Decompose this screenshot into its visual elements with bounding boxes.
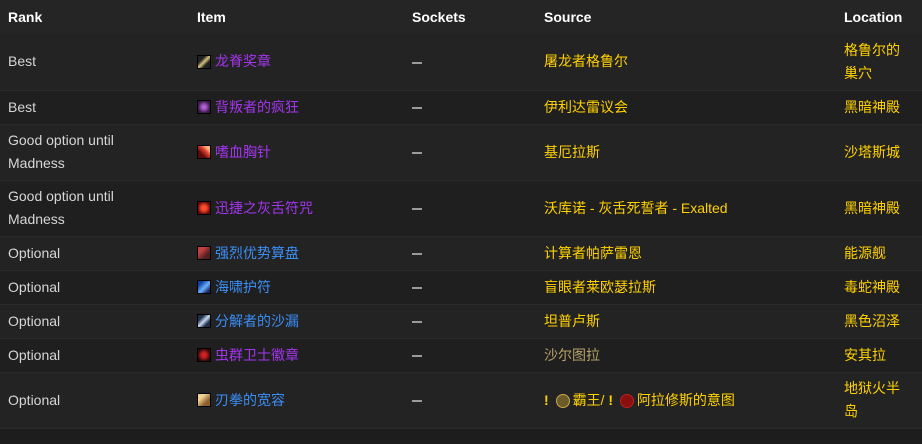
location-link[interactable]: 黑暗神殿	[836, 90, 922, 124]
source-link[interactable]: 坦普卢斯	[536, 304, 836, 338]
table-row: Good option until Madness 嗜血胸针 基厄拉斯 沙塔斯城	[0, 124, 922, 180]
item-link[interactable]: 刃拳的宽容	[215, 389, 285, 412]
red-blade-trinket-icon[interactable]	[197, 145, 211, 159]
item-link[interactable]: 背叛者的疯狂	[215, 96, 299, 119]
alliance-icon	[555, 393, 570, 408]
item-link[interactable]: 分解者的沙漏	[215, 310, 299, 333]
hourglass-icon[interactable]	[197, 314, 211, 328]
abacus-icon[interactable]	[197, 246, 211, 260]
location-link[interactable]: 黑暗神殿	[836, 180, 922, 236]
insect-badge-icon[interactable]	[197, 348, 211, 362]
source-link[interactable]: 屠龙者格鲁尔	[536, 34, 836, 90]
demon-face-trinket-icon[interactable]	[197, 100, 211, 114]
tsunami-icon[interactable]	[197, 280, 211, 294]
bis-table: Rank Item Sockets Source Location Best 龙…	[0, 0, 922, 429]
no-sockets-dash	[412, 61, 422, 64]
table-row: Optional 刃拳的宽容 ! 霸王/ ! 阿拉修斯的意图 地狱火半岛	[0, 372, 922, 428]
location-link[interactable]: 能源舰	[836, 236, 922, 270]
location-link[interactable]: 地狱火半岛	[836, 372, 922, 428]
no-sockets-dash	[412, 106, 422, 109]
location-link[interactable]: 黑色沼泽	[836, 304, 922, 338]
quest-link[interactable]: 阿拉修斯的意图	[637, 392, 735, 408]
table-row: Best 龙脊奖章 屠龙者格鲁尔 格鲁尔的巢穴	[0, 34, 922, 90]
source-link[interactable]: 沃库诺 - 灰舌死誓者 - Exalted	[536, 180, 836, 236]
table-header-row: Rank Item Sockets Source Location	[0, 0, 922, 34]
item-header[interactable]: Item	[189, 0, 404, 34]
table-row: Optional 海啸护符 盲眼者莱欧瑟拉斯 毒蛇神殿	[0, 270, 922, 304]
table-row: Good option until Madness 迅捷之灰舌符咒 沃库诺 - …	[0, 180, 922, 236]
rank-cell: Optional	[0, 304, 189, 338]
item-link[interactable]: 虫群卫士徽章	[215, 344, 299, 367]
item-link[interactable]: 迅捷之灰舌符咒	[215, 197, 313, 220]
quest-exclamation-icon: !	[608, 391, 614, 408]
no-sockets-dash	[412, 151, 422, 154]
no-sockets-dash	[412, 286, 422, 289]
source-link[interactable]: 盲眼者莱欧瑟拉斯	[536, 270, 836, 304]
rank-cell: Best	[0, 34, 189, 90]
fist-icon[interactable]	[197, 393, 211, 407]
source-header[interactable]: Source	[536, 0, 836, 34]
table-row: Optional 强烈优势算盘 计算者帕萨雷恩 能源舰	[0, 236, 922, 270]
location-header[interactable]: Location	[836, 0, 922, 34]
table-row: Best 背叛者的疯狂 伊利达雷议会 黑暗神殿	[0, 90, 922, 124]
dagger-trinket-icon[interactable]	[197, 54, 211, 69]
quest-exclamation-icon: !	[544, 391, 549, 408]
rank-cell: Optional	[0, 236, 189, 270]
location-link[interactable]: 安其拉	[836, 338, 922, 372]
rank-header[interactable]: Rank	[0, 0, 189, 34]
table-row: Optional 虫群卫士徽章 沙尔图拉 安其拉	[0, 338, 922, 372]
rank-cell: Good option until Madness	[0, 124, 189, 180]
rank-cell: Good option until Madness	[0, 180, 189, 236]
no-sockets-dash	[412, 207, 422, 210]
source-link[interactable]: 计算者帕萨雷恩	[536, 236, 836, 270]
rank-cell: Optional	[0, 270, 189, 304]
location-link[interactable]: 沙塔斯城	[836, 124, 922, 180]
item-link[interactable]: 龙脊奖章	[215, 50, 271, 73]
source-link[interactable]: 沙尔图拉	[536, 338, 836, 372]
no-sockets-dash	[412, 399, 422, 402]
table-row: Optional 分解者的沙漏 坦普卢斯 黑色沼泽	[0, 304, 922, 338]
location-link[interactable]: 格鲁尔的巢穴	[836, 34, 922, 90]
rank-cell: Best	[0, 90, 189, 124]
rank-cell: Optional	[0, 372, 189, 428]
quest-source[interactable]: ! 霸王/ ! 阿拉修斯的意图	[536, 372, 836, 428]
source-link[interactable]: 基厄拉斯	[536, 124, 836, 180]
no-sockets-dash	[412, 252, 422, 255]
no-sockets-dash	[412, 354, 422, 357]
no-sockets-dash	[412, 320, 422, 323]
item-link[interactable]: 强烈优势算盘	[215, 242, 299, 265]
quest-link[interactable]: 霸王/	[573, 392, 605, 408]
horde-icon	[619, 393, 634, 408]
source-link[interactable]: 伊利达雷议会	[536, 90, 836, 124]
sockets-header[interactable]: Sockets	[404, 0, 536, 34]
red-talisman-icon[interactable]	[197, 201, 211, 215]
item-link[interactable]: 海啸护符	[215, 276, 271, 299]
location-link[interactable]: 毒蛇神殿	[836, 270, 922, 304]
item-link[interactable]: 嗜血胸针	[215, 141, 271, 164]
rank-cell: Optional	[0, 338, 189, 372]
